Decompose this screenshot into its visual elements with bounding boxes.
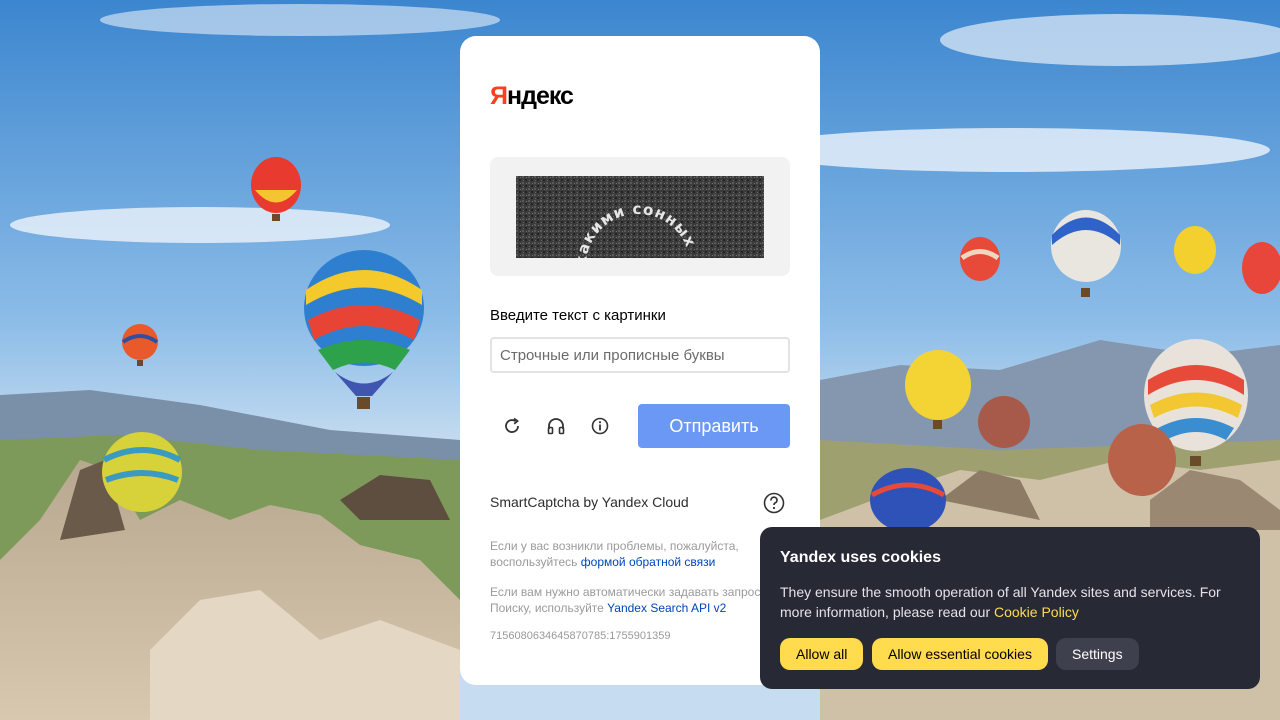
captcha-input[interactable] [490,337,790,373]
cookie-title: Yandex uses cookies [780,549,941,566]
feedback-notice-line1: Если у вас возникли проблемы, пожалуйста… [490,539,739,553]
api-notice-line2: Поиску, используйте [490,601,608,615]
cookie-text: They ensure the smooth operation of all … [780,582,1240,622]
cookie-banner: Yandex uses cookies They ensure the smoo… [760,527,1260,689]
help-button[interactable] [762,491,786,515]
audio-button[interactable] [540,408,572,444]
captcha-image-container: какими сонных [490,157,790,276]
submit-button[interactable]: Отправить [638,404,790,448]
cookie-policy-link[interactable]: Cookie Policy [994,604,1079,620]
feedback-notice: Если у вас возникли проблемы, пожалуйста… [490,538,790,570]
captcha-prompt: Введите текст с картинки [490,307,666,324]
feedback-notice-line2: воспользуйтесь [490,555,581,569]
question-circle-icon [763,492,785,514]
yandex-logo: Яндекс [490,82,574,110]
refresh-button[interactable] [496,408,528,444]
captcha-image: какими сонных [516,176,764,258]
allow-all-button[interactable]: Allow all [780,638,864,670]
api-notice: Если вам нужно автоматически задавать за… [490,584,790,616]
search-api-link[interactable]: Yandex Search API v2 [607,601,726,615]
api-notice-line1: Если вам нужно автоматически задавать за… [490,585,769,599]
info-icon [591,417,609,435]
feedback-form-link[interactable]: формой обратной связи [581,555,716,569]
info-button[interactable] [584,408,616,444]
headphones-icon [547,418,565,435]
cookie-settings-button[interactable]: Settings [1056,638,1139,670]
request-id: 7156080634645870785:1755901359 [490,630,671,642]
smartcaptcha-brand: SmartCaptcha by Yandex Cloud [490,494,689,510]
allow-essential-button[interactable]: Allow essential cookies [872,638,1048,670]
refresh-icon [505,417,519,433]
